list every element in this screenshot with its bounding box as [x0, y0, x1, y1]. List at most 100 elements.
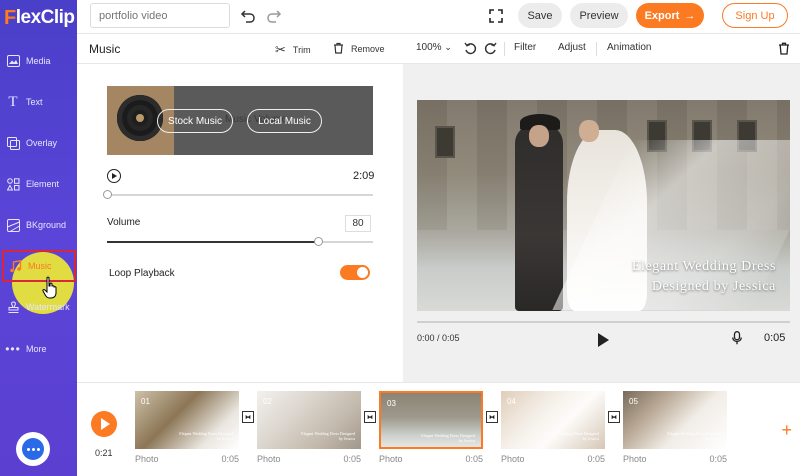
music-play-button[interactable]: [107, 169, 121, 183]
clip-caption: Elegant Wedding Dress Designed by Jessic…: [545, 431, 599, 441]
video-duration: 0:05: [764, 332, 786, 344]
video-preview[interactable]: Elegant Wedding Dress Designed by Jessic…: [417, 100, 790, 311]
microphone-icon[interactable]: [732, 331, 742, 345]
video-play-button[interactable]: [598, 333, 609, 347]
sidebar-item-music[interactable]: Music: [2, 250, 76, 282]
scissors-icon: ✂: [275, 42, 286, 57]
volume-slider-fill: [107, 241, 318, 243]
clip-caption: Elegant Wedding Dress Designed by Jessic…: [421, 433, 475, 443]
undo-icon[interactable]: [239, 7, 257, 25]
transition-icon: ⧓: [367, 414, 373, 421]
media-icon: [6, 54, 20, 68]
arrow-right-icon: →: [684, 9, 696, 22]
photo-groom: [515, 125, 563, 311]
adjust-button[interactable]: Adjust: [558, 42, 586, 53]
toolbar-divider: [504, 42, 505, 56]
sidebar-item-label: More: [26, 344, 47, 354]
fullscreen-icon[interactable]: [487, 7, 505, 25]
music-panel: Music Volume Stock Music Local Music 2:0…: [77, 64, 403, 382]
signup-button[interactable]: Sign Up: [722, 3, 788, 28]
clip-number: 02: [263, 397, 272, 406]
background-icon: [6, 218, 20, 232]
sidebar-item-text[interactable]: T Text: [0, 82, 77, 122]
sidebar-item-label: Text: [26, 97, 43, 107]
timeline-play-button[interactable]: [91, 411, 117, 437]
zoom-select[interactable]: 100% ⌄: [416, 42, 452, 53]
remove-button[interactable]: Remove: [333, 42, 385, 56]
volume-value-field[interactable]: 80: [345, 215, 371, 232]
rotate-left-icon[interactable]: [464, 42, 477, 58]
panel-title: Music: [89, 42, 121, 56]
transition-button[interactable]: ⧓: [608, 411, 620, 423]
sidebar-item-label: Overlay: [26, 138, 58, 148]
add-clip-icon[interactable]: +: [781, 420, 792, 441]
filter-button[interactable]: Filter: [514, 42, 536, 53]
clip-type: Photo: [379, 454, 403, 464]
trim-button[interactable]: ✂ Trim: [275, 42, 311, 58]
volume-slider-handle[interactable]: [314, 237, 323, 246]
delete-icon[interactable]: [778, 42, 790, 58]
transition-icon: ⧓: [611, 414, 617, 421]
clip-type: Photo: [623, 454, 647, 464]
stock-music-button[interactable]: Stock Music: [157, 109, 233, 133]
local-music-button[interactable]: Local Music: [247, 109, 322, 133]
sidebar-item-element[interactable]: Element: [0, 164, 77, 204]
sidebar-item-label: Watermark: [26, 302, 70, 312]
sidebar-item-label: Element: [26, 179, 60, 189]
transition-button[interactable]: ⧓: [486, 411, 498, 423]
sidebar-item-background[interactable]: BKground: [0, 205, 77, 245]
music-progress-track[interactable]: [107, 194, 373, 196]
loop-playback-label: Loop Playback: [109, 268, 175, 279]
timeline-clip-05[interactable]: 05 Elegant Wedding Dress Designed by Jes…: [623, 391, 727, 449]
watermark-icon: [6, 300, 20, 314]
timeline-clip-01[interactable]: 01 Elegant Wedding Dress Designed by Jes…: [135, 391, 239, 449]
sidebar-item-overlay[interactable]: Overlay: [0, 123, 77, 163]
photo-bride-face: [579, 120, 599, 142]
save-button[interactable]: Save: [518, 3, 562, 28]
transition-button[interactable]: ⧓: [364, 411, 376, 423]
chat-support-button[interactable]: [16, 432, 50, 466]
text-icon: T: [8, 93, 18, 110]
video-time: 0:00 / 0:05: [417, 333, 460, 343]
clip-caption: Elegant Wedding Dress Designed by Jessic…: [179, 431, 233, 441]
music-icon: [8, 259, 22, 273]
redo-icon[interactable]: [265, 7, 283, 25]
transition-button[interactable]: ⧓: [242, 411, 254, 423]
music-progress-handle[interactable]: [103, 190, 112, 199]
zoom-value: 100%: [416, 42, 442, 53]
sidebar-item-label: BKground: [26, 220, 67, 230]
export-label: Export: [644, 9, 680, 22]
animation-button[interactable]: Animation: [607, 42, 651, 53]
photo-window: [435, 126, 455, 158]
overlay-icon: [6, 136, 20, 150]
sidebar-item-label: Music: [28, 261, 52, 271]
clip-meta: Photo 0:05: [501, 454, 605, 464]
clip-duration: 0:05: [221, 454, 239, 464]
sidebar-item-more[interactable]: ••• More: [0, 329, 77, 369]
video-title-line2[interactable]: Designed by Jessica: [652, 279, 776, 295]
photo-groom-face: [529, 125, 549, 147]
video-title-line1[interactable]: Elegant Wedding Dress: [632, 259, 776, 275]
flexclip-logo[interactable]: FlexClip: [4, 7, 75, 29]
video-progress-bar[interactable]: [417, 321, 790, 323]
preview-button[interactable]: Preview: [570, 3, 628, 28]
volume-label: Volume: [107, 217, 141, 228]
vinyl-icon: [117, 95, 163, 141]
clip-number: 05: [629, 397, 638, 406]
timeline-clip-02[interactable]: 02 Elegant Wedding Dress Designed by Jes…: [257, 391, 361, 449]
clip-meta: Photo 0:05: [135, 454, 239, 464]
loop-playback-toggle[interactable]: [340, 265, 370, 280]
trash-icon: [333, 42, 344, 56]
project-name-input[interactable]: [90, 3, 230, 28]
timeline-clip-03[interactable]: 03 Elegant Wedding Dress Designed by Jes…: [379, 391, 483, 449]
rotate-right-icon[interactable]: [484, 42, 497, 58]
clip-type: Photo: [257, 454, 281, 464]
transition-icon: ⧓: [245, 414, 251, 421]
clip-meta: Photo 0:05: [379, 454, 483, 464]
sidebar-item-watermark[interactable]: Watermark: [0, 287, 77, 327]
timeline-clip-04[interactable]: 04 Elegant Wedding Dress Designed by Jes…: [501, 391, 605, 449]
export-button[interactable]: Export →: [636, 3, 704, 28]
sidebar-item-media[interactable]: Media: [0, 41, 77, 81]
clip-type: Photo: [135, 454, 159, 464]
clip-number: 03: [387, 399, 396, 408]
